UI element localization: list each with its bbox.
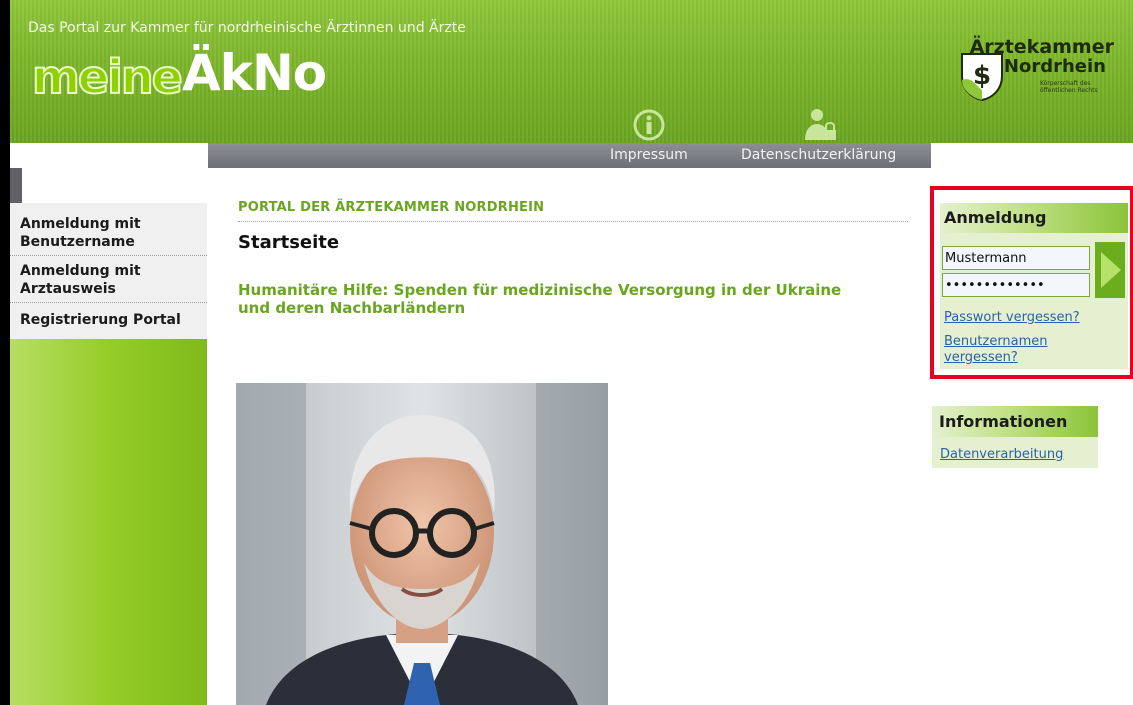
login-title: Anmeldung	[940, 203, 1128, 233]
aerztekammer-logo[interactable]: $ Ärztekammer Nordrhein Körperschaft des…	[954, 30, 1114, 120]
data-processing-link[interactable]: Datenverarbeitung	[940, 447, 1063, 462]
news-headline-link[interactable]: Humanitäre Hilfe: Spenden für medizinisc…	[238, 281, 878, 317]
nav-datenschutz[interactable]: Datenschutzerklärung	[741, 147, 896, 163]
main-content: PORTAL DER ÄRZTEKAMMER NORDRHEIN Startse…	[238, 200, 908, 317]
sidebar-menu: Anmeldung mit Benutzername Anmeldung mit…	[10, 203, 207, 339]
login-panel-highlight: Anmeldung Passwort vergessen? Benutzerna…	[930, 186, 1133, 379]
browser-page: Das Portal zur Kammer für nordrheinische…	[10, 0, 1133, 705]
chamber-name-line1: Ärztekammer	[969, 36, 1114, 58]
forgot-password-link[interactable]: Passwort vergessen?	[944, 310, 1080, 326]
site-header: Das Portal zur Kammer für nordrheinische…	[10, 0, 1133, 143]
username-input[interactable]	[942, 246, 1090, 270]
password-input[interactable]	[942, 273, 1090, 297]
logo-text-akno: ÄkNo	[182, 44, 327, 102]
chamber-name-line2: Nordrhein	[1003, 56, 1106, 77]
portrait-photo	[236, 383, 608, 705]
login-submit-arrow-icon[interactable]	[1095, 242, 1125, 298]
sidebar-item-registration[interactable]: Registrierung Portal	[10, 303, 207, 339]
forgot-username-link[interactable]: Benutzernamen vergessen?	[944, 334, 1064, 366]
login-panel: Anmeldung Passwort vergessen? Benutzerna…	[940, 203, 1128, 369]
chamber-legal-form: Körperschaft des öffentlichen Rechts	[1040, 80, 1098, 94]
info-title: Informationen	[932, 406, 1098, 437]
top-navigation: Impressum Datenschutzerklärung	[208, 143, 931, 168]
page-title: Startseite	[238, 232, 340, 253]
sidebar-item-login-card[interactable]: Anmeldung mit Arztausweis	[10, 256, 207, 303]
info-panel: Informationen Datenverarbeitung	[932, 406, 1098, 468]
portal-title: PORTAL DER ÄRZTEKAMMER NORDRHEIN	[238, 200, 908, 222]
info-icon[interactable]	[632, 108, 666, 142]
logo-text-meine: meine	[31, 49, 184, 105]
header-tagline: Das Portal zur Kammer für nordrheinische…	[28, 20, 466, 36]
nav-impressum[interactable]: Impressum	[610, 147, 688, 163]
user-lock-icon[interactable]	[802, 106, 838, 142]
svg-text:$: $	[973, 61, 991, 91]
sidebar-item-login-username[interactable]: Anmeldung mit Benutzername	[10, 203, 207, 256]
sidebar-top-strip	[10, 168, 22, 203]
